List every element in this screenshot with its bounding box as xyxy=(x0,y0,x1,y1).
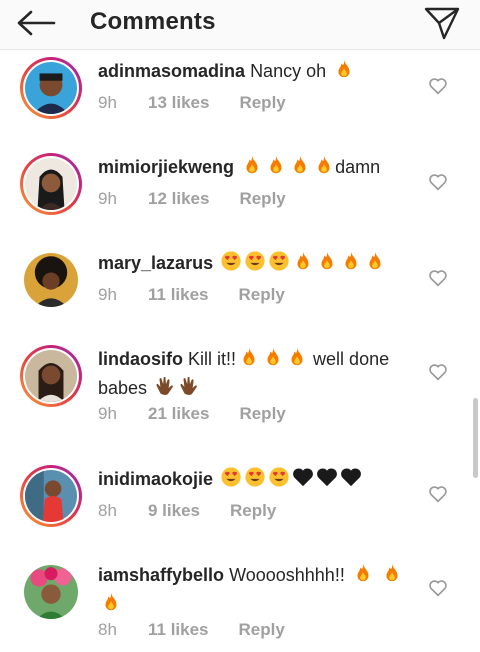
fire-emoji xyxy=(340,250,362,279)
black-heart-emoji xyxy=(316,466,338,495)
comment-username[interactable]: iamshaffybello xyxy=(98,565,224,585)
comment-body: Wooooshhhh!! xyxy=(229,565,345,585)
page-title: Comments xyxy=(90,8,216,35)
fire-emoji xyxy=(352,562,374,591)
like-heart-icon[interactable] xyxy=(428,485,448,503)
black-heart-emoji xyxy=(292,466,314,495)
like-heart-icon[interactable] xyxy=(428,77,448,95)
reply-button[interactable]: Reply xyxy=(239,189,285,209)
comment-meta: 9h 11 likes Reply xyxy=(98,285,285,305)
like-heart-icon[interactable] xyxy=(428,579,448,597)
avatar[interactable] xyxy=(20,153,82,215)
heart-eyes-emoji xyxy=(220,466,242,495)
comment-likes[interactable]: 11 likes xyxy=(148,285,209,305)
avatar[interactable] xyxy=(20,561,82,623)
comment-likes[interactable]: 12 likes xyxy=(148,189,209,209)
fire-emoji xyxy=(364,250,386,279)
comment-text: lindaosifo Kill it!! well done babes xyxy=(98,346,418,404)
clap-emoji xyxy=(154,375,176,404)
reply-button[interactable]: Reply xyxy=(239,404,285,424)
top-bar: Comments xyxy=(0,0,480,50)
comment-time: 9h xyxy=(98,404,117,423)
comment-meta: 9h 13 likes Reply xyxy=(98,93,286,113)
avatar[interactable] xyxy=(20,465,82,527)
comment-username[interactable]: adinmasomadina xyxy=(98,61,245,81)
comment-time: 9h xyxy=(98,285,117,304)
avatar[interactable] xyxy=(20,345,82,407)
like-heart-icon[interactable] xyxy=(428,173,448,191)
comment-time: 9h xyxy=(98,93,117,112)
comment-text: inidimaokojie xyxy=(98,466,418,495)
fire-emoji xyxy=(262,346,284,375)
heart-eyes-emoji xyxy=(268,466,290,495)
arrow-left-icon xyxy=(17,10,56,36)
comment-meta: 9h 21 likes Reply xyxy=(98,404,286,424)
fire-emoji xyxy=(238,346,260,375)
comment-likes[interactable]: 21 likes xyxy=(148,404,209,424)
fire-emoji xyxy=(381,562,403,591)
share-button[interactable] xyxy=(422,4,462,42)
fire-emoji xyxy=(313,154,335,183)
comment-time: 9h xyxy=(98,189,117,208)
comment-time: 8h xyxy=(98,501,117,520)
avatar[interactable] xyxy=(20,249,82,311)
comment-likes[interactable]: 13 likes xyxy=(148,93,209,113)
scrollbar[interactable] xyxy=(473,398,478,478)
comment-text: mary_lazarus xyxy=(98,250,418,279)
comment-body: Kill it!! xyxy=(188,349,237,369)
reply-button[interactable]: Reply xyxy=(239,93,285,113)
comment-meta: 9h 12 likes Reply xyxy=(98,189,286,209)
comment-meta: 8h 9 likes Reply xyxy=(98,501,276,521)
comment-username[interactable]: lindaosifo xyxy=(98,349,183,369)
fire-emoji xyxy=(241,154,263,183)
comment-text: adinmasomadina Nancy oh xyxy=(98,58,418,87)
clap-emoji xyxy=(178,375,200,404)
comment-likes[interactable]: 9 likes xyxy=(148,501,200,521)
comment-text: iamshaffybello Wooooshhhh!! xyxy=(98,562,418,620)
comment-text: mimiorjiekweng damn xyxy=(98,154,418,183)
black-heart-emoji xyxy=(340,466,362,495)
comment-username[interactable]: mimiorjiekweng xyxy=(98,157,234,177)
like-heart-icon[interactable] xyxy=(428,269,448,287)
heart-eyes-emoji xyxy=(220,250,242,279)
paper-plane-icon xyxy=(424,7,460,40)
heart-eyes-emoji xyxy=(244,250,266,279)
reply-button[interactable]: Reply xyxy=(230,501,276,521)
heart-eyes-emoji xyxy=(268,250,290,279)
comment-body: damn xyxy=(335,157,381,177)
fire-emoji xyxy=(289,154,311,183)
fire-emoji xyxy=(265,154,287,183)
fire-emoji xyxy=(292,250,314,279)
fire-emoji xyxy=(333,58,355,87)
fire-emoji xyxy=(316,250,338,279)
comment-meta: 8h 11 likes Reply xyxy=(98,620,285,640)
reply-button[interactable]: Reply xyxy=(239,620,285,640)
comment-username[interactable]: inidimaokojie xyxy=(98,469,213,489)
reply-button[interactable]: Reply xyxy=(239,285,285,305)
like-heart-icon[interactable] xyxy=(428,363,448,381)
comment-likes[interactable]: 11 likes xyxy=(148,620,209,640)
comment-time: 8h xyxy=(98,620,117,639)
fire-emoji xyxy=(286,346,308,375)
fire-emoji xyxy=(100,591,122,620)
comment-body: Nancy oh xyxy=(250,61,327,81)
comments-list[interactable]: adinmasomadina Nancy oh 9h 13 likes Repl… xyxy=(0,50,480,652)
back-button[interactable] xyxy=(14,6,58,40)
heart-eyes-emoji xyxy=(244,466,266,495)
avatar[interactable] xyxy=(20,57,82,119)
comment-username[interactable]: mary_lazarus xyxy=(98,253,213,273)
